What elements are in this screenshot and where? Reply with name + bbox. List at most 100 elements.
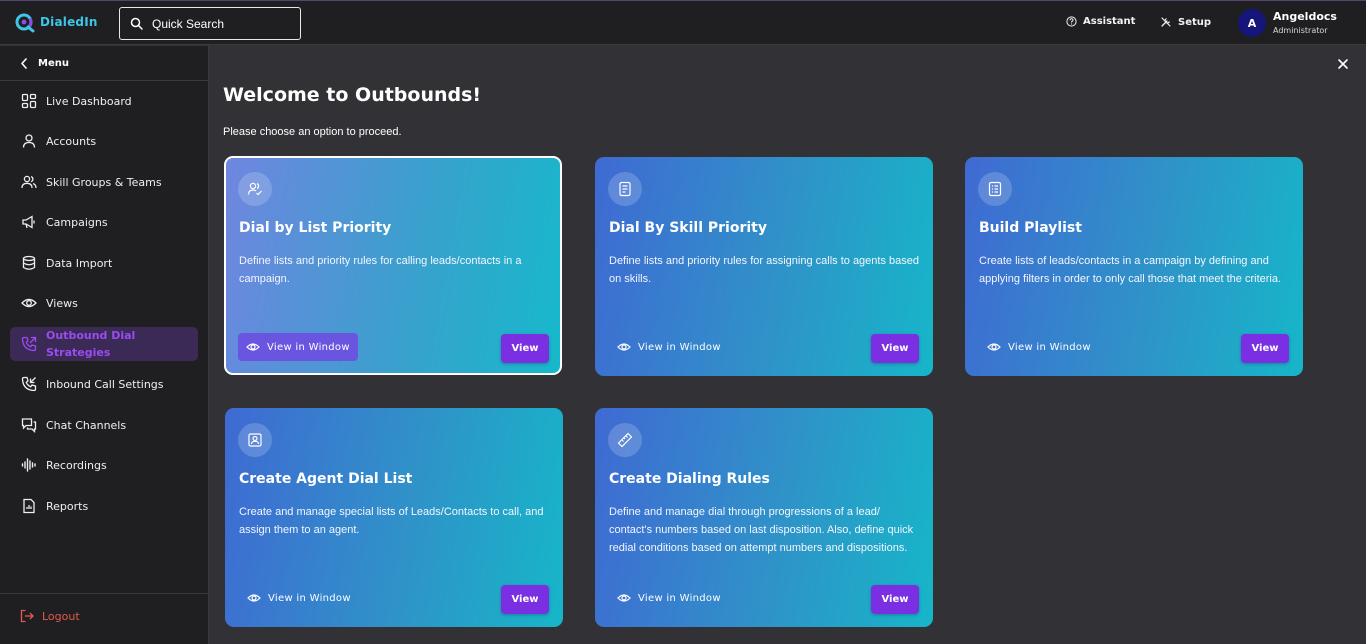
report-icon	[23, 498, 35, 514]
ruler-icon	[617, 432, 633, 448]
card-description: Define lists and priority rules for call…	[239, 255, 522, 285]
view-in-window-label: View in Window	[267, 341, 350, 353]
menu-toggle[interactable]: Menu	[0, 46, 208, 81]
help-circle-icon	[1066, 16, 1077, 27]
view-in-window-button[interactable]: View in Window	[609, 333, 729, 361]
chevron-left-icon	[21, 57, 27, 69]
close-icon[interactable]	[1335, 56, 1351, 72]
view-button[interactable]: View	[871, 585, 919, 614]
database-icon	[22, 255, 36, 270]
view-in-window-button[interactable]: View in Window	[238, 333, 358, 361]
user-icon	[22, 134, 36, 148]
megaphone-icon	[22, 215, 35, 229]
sidebar-item-label: Reports	[46, 499, 89, 513]
card-description: Create lists of leads/contacts in a camp…	[979, 255, 1282, 285]
logout-button[interactable]: Logout	[20, 609, 80, 623]
card-title: Create Agent Dial List	[239, 471, 413, 487]
option-card-dial-by-list-priority[interactable]: Dial by List Priority Define lists and p…	[224, 156, 562, 375]
sidebar-divider	[0, 593, 208, 594]
app-logo[interactable]: DialedIn	[14, 11, 98, 33]
eye-icon	[246, 343, 260, 351]
option-card-create-agent-dial-list[interactable]: Create Agent Dial List Create and manage…	[225, 408, 563, 627]
sidebar-item-data-import[interactable]: Data Import	[10, 246, 198, 280]
sidebar-item-label: Outbound Dial Strategies	[46, 329, 136, 359]
eye-icon	[21, 298, 37, 308]
search-icon	[130, 17, 143, 30]
sidebar-item-label: Live Dashboard	[46, 94, 132, 108]
view-in-window-button[interactable]: View in Window	[979, 333, 1099, 361]
eye-icon	[617, 343, 631, 351]
eye-icon	[617, 594, 631, 602]
chat-icon	[21, 418, 37, 433]
view-button[interactable]: View	[871, 334, 919, 363]
card-icon-wrap	[238, 172, 272, 206]
view-in-window-button[interactable]: View in Window	[239, 584, 359, 612]
user-role: Administrator	[1273, 26, 1328, 35]
quick-search[interactable]: Quick Search	[119, 7, 301, 40]
view-in-window-label: View in Window	[638, 592, 721, 604]
sidebar-item-label: Data Import	[46, 256, 113, 270]
user-check-icon	[247, 182, 262, 196]
sidebar-item-accounts[interactable]: Accounts	[10, 124, 198, 158]
logo-icon	[15, 13, 35, 33]
sidebar-item-outbound-dial-strategies[interactable]: Outbound Dial Strategies	[10, 327, 198, 361]
contact-card-icon	[248, 433, 262, 447]
view-button[interactable]: View	[1241, 334, 1289, 363]
sidebar-item-campaigns[interactable]: Campaigns	[10, 205, 198, 239]
view-button[interactable]: View	[501, 334, 549, 363]
sidebar-item-reports[interactable]: Reports	[10, 489, 198, 523]
view-label: View	[881, 343, 909, 354]
card-description: Define lists and priority rules for assi…	[609, 255, 919, 285]
setup-label: Setup	[1178, 16, 1212, 28]
view-button[interactable]: View	[501, 585, 549, 614]
setup-button[interactable]: Setup	[1160, 16, 1211, 28]
sidebar-item-chat-channels[interactable]: Chat Channels	[10, 408, 198, 442]
view-in-window-button[interactable]: View in Window	[609, 584, 729, 612]
list-icon	[988, 181, 1002, 197]
sidebar-item-label: Skill Groups & Teams	[46, 175, 162, 189]
sidebar-item-label: Accounts	[46, 134, 97, 148]
card-description: Create and manage special lists of Leads…	[239, 506, 544, 536]
sidebar: Menu Live Dashboard Accounts Skill Group…	[0, 46, 209, 644]
dashboard-icon	[21, 93, 37, 109]
page-title: Welcome to Outbounds!	[223, 84, 482, 106]
card-icon-wrap	[978, 172, 1012, 206]
logout-label: Logout	[42, 609, 80, 623]
card-title: Dial by List Priority	[239, 220, 392, 236]
sidebar-item-recordings[interactable]: Recordings	[10, 448, 198, 482]
option-card-create-dialing-rules[interactable]: Create Dialing Rules Define and manage d…	[595, 408, 933, 627]
assistant-button[interactable]: Assistant	[1066, 16, 1135, 27]
sidebar-item-label: Inbound Call Settings	[46, 377, 164, 391]
sidebar-item-label: Recordings	[46, 458, 107, 472]
option-card-build-playlist[interactable]: Build Playlist Create lists of leads/con…	[965, 157, 1303, 376]
view-label: View	[1251, 343, 1279, 354]
user-name[interactable]: Angeldocs	[1273, 10, 1337, 23]
view-in-window-label: View in Window	[1008, 341, 1091, 353]
document-icon	[619, 181, 631, 197]
top-bar: DialedIn Quick Search Assistant Setup A …	[0, 0, 1366, 45]
card-title: Create Dialing Rules	[609, 471, 770, 487]
view-in-window-label: View in Window	[638, 341, 721, 353]
sidebar-item-label: Campaigns	[46, 215, 108, 229]
search-label: Quick Search	[152, 16, 225, 31]
sidebar-item-inbound-call-settings[interactable]: Inbound Call Settings	[10, 367, 198, 401]
users-icon	[21, 175, 37, 189]
card-description: Define and manage dial through progressi…	[609, 506, 914, 554]
card-icon-wrap	[608, 423, 642, 457]
tools-icon	[1161, 17, 1171, 27]
card-icon-wrap	[608, 172, 642, 206]
menu-label: Menu	[38, 57, 69, 69]
sidebar-item-views[interactable]: Views	[10, 286, 198, 320]
sidebar-item-live-dashboard[interactable]: Live Dashboard	[10, 84, 198, 118]
card-icon-wrap	[238, 423, 272, 457]
avatar[interactable]: A	[1238, 9, 1266, 37]
waveform-icon	[21, 458, 36, 472]
phone-incoming-icon	[21, 376, 37, 392]
view-label: View	[881, 594, 909, 605]
sidebar-item-skill-groups[interactable]: Skill Groups & Teams	[10, 165, 198, 199]
view-label: View	[511, 343, 539, 354]
option-card-dial-by-skill-priority[interactable]: Dial By Skill Priority Define lists and …	[595, 157, 933, 376]
logout-icon	[20, 609, 34, 623]
logo-text: DialedIn	[40, 15, 98, 29]
eye-icon	[987, 343, 1001, 351]
